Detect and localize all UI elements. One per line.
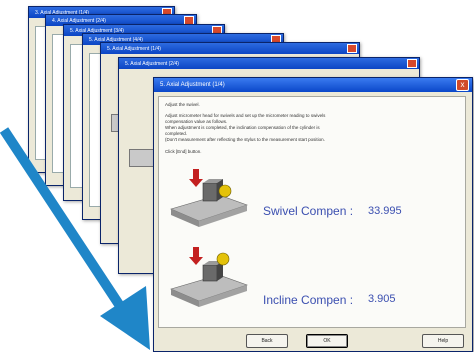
swivel-compen-value: 33.995 — [368, 205, 402, 217]
ok-button[interactable]: OK — [306, 334, 348, 348]
stacked-window-title: 4. Axial Adjustment (2/4) — [52, 17, 106, 24]
close-icon — [407, 59, 417, 68]
incline-illustration — [170, 247, 248, 307]
back-button[interactable]: Back — [246, 334, 288, 348]
content-panel: Adjust the swivel. Adjust micrometer hea… — [158, 96, 466, 328]
window-title: 5. Axial Adjustment (1/4) — [160, 82, 225, 88]
instruction-text: Click [End] button. — [165, 149, 202, 154]
instruction-text: compensation value as follows. — [165, 119, 228, 124]
dialog-button-row: Back OK Help — [154, 334, 472, 348]
titlebar: 5. Axial Adjustment (1/4) x — [154, 78, 472, 92]
instruction-text: When adjustment is completed, the inclin… — [165, 125, 320, 130]
close-icon — [347, 44, 357, 53]
instruction-text: (Don't measurement after reflecting the … — [165, 137, 325, 142]
instruction-text: completed. — [165, 131, 188, 136]
stacked-window-title: 5. Axial Adjustment (2/4) — [125, 60, 179, 67]
close-button[interactable]: x — [456, 79, 469, 91]
instruction-text: Adjust micrometer head for swivels and s… — [165, 113, 326, 118]
axial-adjustment-dialog: 5. Axial Adjustment (1/4) x Adjust the s… — [153, 77, 473, 352]
swivel-compen-label: Swivel Compen : — [263, 204, 354, 218]
swivel-illustration — [170, 169, 248, 227]
incline-compen-label: Incline Compen : — [263, 293, 354, 307]
stacked-window-title: 5. Axial Adjustment (1/4) — [107, 45, 161, 52]
help-button[interactable]: Help — [422, 334, 464, 348]
incline-compen-value: 3.905 — [368, 293, 396, 305]
stacked-window-titlebar: 5. Axial Adjustment (2/4) — [119, 58, 419, 69]
stacked-window-titlebar: 5. Axial Adjustment (1/4) — [101, 43, 359, 54]
instruction-heading: Adjust the swivel. — [165, 102, 200, 107]
